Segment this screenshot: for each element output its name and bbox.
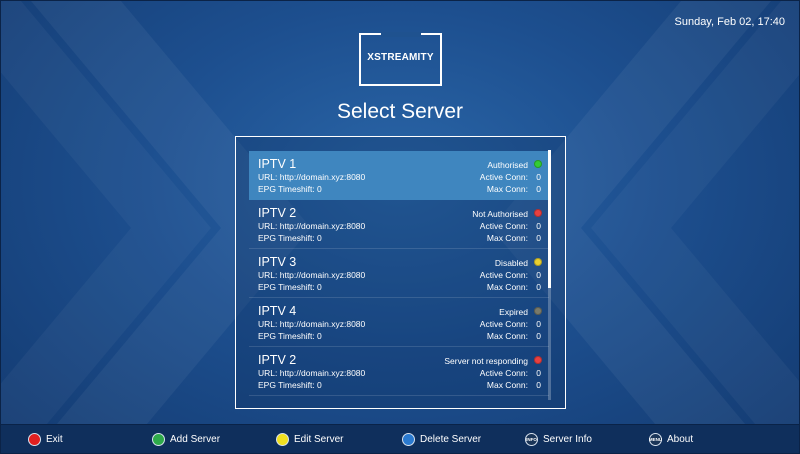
edit-server-button[interactable]: Edit Server	[276, 431, 343, 447]
footer-bar: Exit Add Server Edit Server Delete Serve…	[1, 424, 799, 453]
exit-button[interactable]: Exit	[28, 431, 63, 447]
server-list-panel: IPTV 1 URL: http://domain.xyz:8080 EPG Tim…	[235, 136, 566, 409]
server-item[interactable]: IPTV 2 URL: http://domain.xyz:8080 EPG Tim…	[249, 200, 549, 249]
about-label: About	[667, 433, 694, 445]
server-name: IPTV 2	[258, 353, 297, 367]
status-dot-icon	[534, 209, 542, 217]
exit-label: Exit	[46, 433, 63, 445]
server-status: Authorised	[487, 160, 528, 170]
server-epg-timeshift: EPG Timeshift: 0	[258, 282, 322, 292]
blue-button-icon	[402, 432, 415, 446]
active-conn-value: 0	[536, 221, 541, 231]
server-epg-timeshift: EPG Timeshift: 0	[258, 233, 322, 243]
server-status: Server not responding	[444, 356, 528, 366]
active-conn-label: Active Conn:	[479, 172, 528, 182]
server-info-button[interactable]: INFO Server Info	[525, 431, 592, 447]
info-button-icon: INFO	[525, 432, 538, 446]
green-button-icon	[152, 432, 165, 446]
server-url: URL: http://domain.xyz:8080	[258, 172, 366, 182]
max-conn-label: Max Conn:	[486, 331, 528, 341]
server-url: URL: http://domain.xyz:8080	[258, 221, 366, 231]
menu-button-icon: MENU	[649, 432, 662, 446]
max-conn-value: 0	[536, 233, 541, 243]
max-conn-label: Max Conn:	[486, 380, 528, 390]
max-conn-value: 0	[536, 331, 541, 341]
server-info-label: Server Info	[543, 433, 592, 445]
datetime: Sunday, Feb 02, 17:40	[674, 16, 786, 28]
yellow-button-icon	[276, 432, 289, 446]
active-conn-value: 0	[536, 270, 541, 280]
server-name: IPTV 3	[258, 255, 297, 269]
screen: Sunday, Feb 02, 17:40 XSTREAMITY Select …	[0, 0, 800, 454]
server-name: IPTV 1	[258, 157, 297, 171]
active-conn-value: 0	[536, 368, 541, 378]
delete-server-label: Delete Server	[420, 433, 482, 445]
active-conn-value: 0	[536, 319, 541, 329]
delete-server-button[interactable]: Delete Server	[402, 431, 481, 447]
max-conn-label: Max Conn:	[486, 184, 528, 194]
server-url: URL: http://domain.xyz:8080	[258, 368, 366, 378]
active-conn-label: Active Conn:	[479, 270, 528, 280]
server-status: Expired	[499, 307, 528, 317]
active-conn-label: Active Conn:	[479, 221, 528, 231]
status-dot-icon	[534, 160, 542, 168]
server-name: IPTV 2	[258, 206, 297, 220]
server-epg-timeshift: EPG Timeshift: 0	[258, 331, 322, 341]
scrollbar[interactable]	[548, 150, 551, 400]
active-conn-label: Active Conn:	[479, 368, 528, 378]
page-title: Select Server	[336, 100, 464, 123]
active-conn-label: Active Conn:	[479, 319, 528, 329]
server-name: IPTV 4	[258, 304, 297, 318]
status-dot-icon	[534, 258, 542, 266]
scrollbar-thumb[interactable]	[548, 150, 551, 288]
server-epg-timeshift: EPG Timeshift: 0	[258, 380, 322, 390]
server-item[interactable]: IPTV 2 URL: http://domain.xyz:8080 EPG Tim…	[249, 347, 549, 396]
about-button[interactable]: MENU About	[649, 431, 693, 447]
server-url: URL: http://domain.xyz:8080	[258, 270, 366, 280]
server-status: Not Authorised	[472, 209, 528, 219]
active-conn-value: 0	[536, 172, 541, 182]
red-button-icon	[28, 432, 41, 446]
max-conn-value: 0	[536, 184, 541, 194]
add-server-label: Add Server	[170, 433, 221, 445]
server-list: IPTV 1 URL: http://domain.xyz:8080 EPG Tim…	[249, 151, 549, 396]
max-conn-value: 0	[536, 380, 541, 390]
logo: XSTREAMITY	[359, 32, 442, 86]
server-url: URL: http://domain.xyz:8080	[258, 319, 366, 329]
server-item[interactable]: IPTV 1 URL: http://domain.xyz:8080 EPG Tim…	[249, 151, 549, 200]
max-conn-label: Max Conn:	[486, 282, 528, 292]
logo-text: XSTREAMITY	[367, 52, 434, 63]
server-item[interactable]: IPTV 3 URL: http://domain.xyz:8080 EPG Tim…	[249, 249, 549, 298]
status-dot-icon	[534, 356, 542, 364]
server-epg-timeshift: EPG Timeshift: 0	[258, 184, 322, 194]
max-conn-value: 0	[536, 282, 541, 292]
edit-server-label: Edit Server	[294, 433, 344, 445]
server-status: Disabled	[494, 258, 528, 268]
server-item[interactable]: IPTV 4 URL: http://domain.xyz:8080 EPG Tim…	[249, 298, 549, 347]
status-dot-icon	[534, 307, 542, 315]
logo-notch	[381, 32, 421, 37]
max-conn-label: Max Conn:	[486, 233, 528, 243]
add-server-button[interactable]: Add Server	[152, 431, 220, 447]
